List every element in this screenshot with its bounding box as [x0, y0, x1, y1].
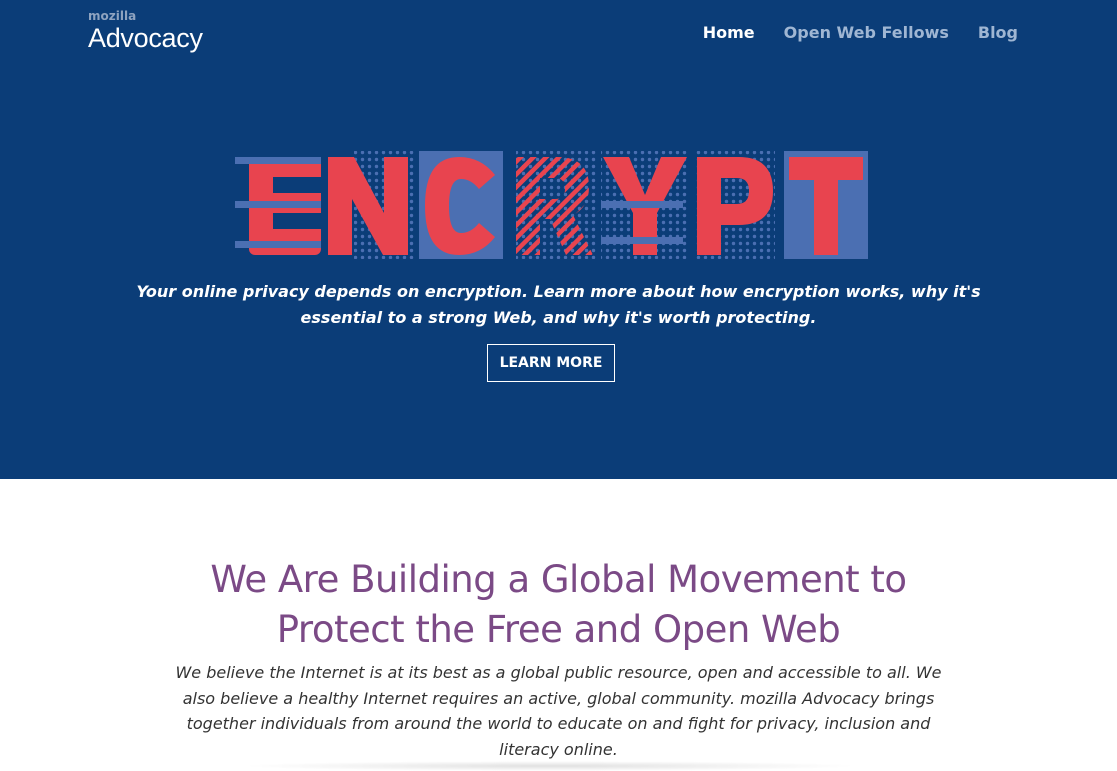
hero-tagline-line1: Your online privacy depends on encryptio… — [136, 282, 981, 301]
hero-tagline: Your online privacy depends on encryptio… — [0, 279, 1117, 331]
mission-headline-line2: Protect the Free and Open Web — [276, 608, 841, 651]
mission-headline-line1: We Are Building a Global Movement to — [210, 558, 907, 601]
hero-banner: mozilla Advocacy Home Open Web Fellows B… — [0, 0, 1117, 479]
mission-paragraph-line1: We believe the Internet is at its best a… — [175, 663, 942, 682]
nav-blog[interactable]: Blog — [978, 22, 1018, 44]
nav-open-web-fellows[interactable]: Open Web Fellows — [784, 22, 949, 44]
mission-paragraph-line2: also believe a healthy Internet requires… — [182, 688, 935, 708]
mission-section: We Are Building a Global Movement to Pro… — [0, 479, 1117, 771]
mission-paragraph: We believe the Internet is at its best a… — [0, 660, 1117, 762]
card-shadow — [240, 761, 860, 771]
nav-home[interactable]: Home — [703, 22, 755, 44]
mission-paragraph-line3: together individuals from around the wor… — [186, 714, 931, 733]
main-nav: Home Open Web Fellows Blog — [703, 22, 1018, 44]
brand-logo[interactable]: mozilla Advocacy — [88, 9, 203, 53]
mission-paragraph-line4: literacy online. — [499, 739, 618, 759]
mission-headline: We Are Building a Global Movement to Pro… — [0, 555, 1117, 655]
brand-mozilla-text: mozilla — [88, 9, 137, 23]
brand-advocacy-text: Advocacy — [88, 23, 203, 53]
encrypt-graphic — [235, 151, 868, 259]
learn-more-button[interactable]: LEARN MORE — [487, 344, 615, 382]
hero-tagline-line2: essential to a strong Web, and why it's … — [300, 308, 817, 327]
